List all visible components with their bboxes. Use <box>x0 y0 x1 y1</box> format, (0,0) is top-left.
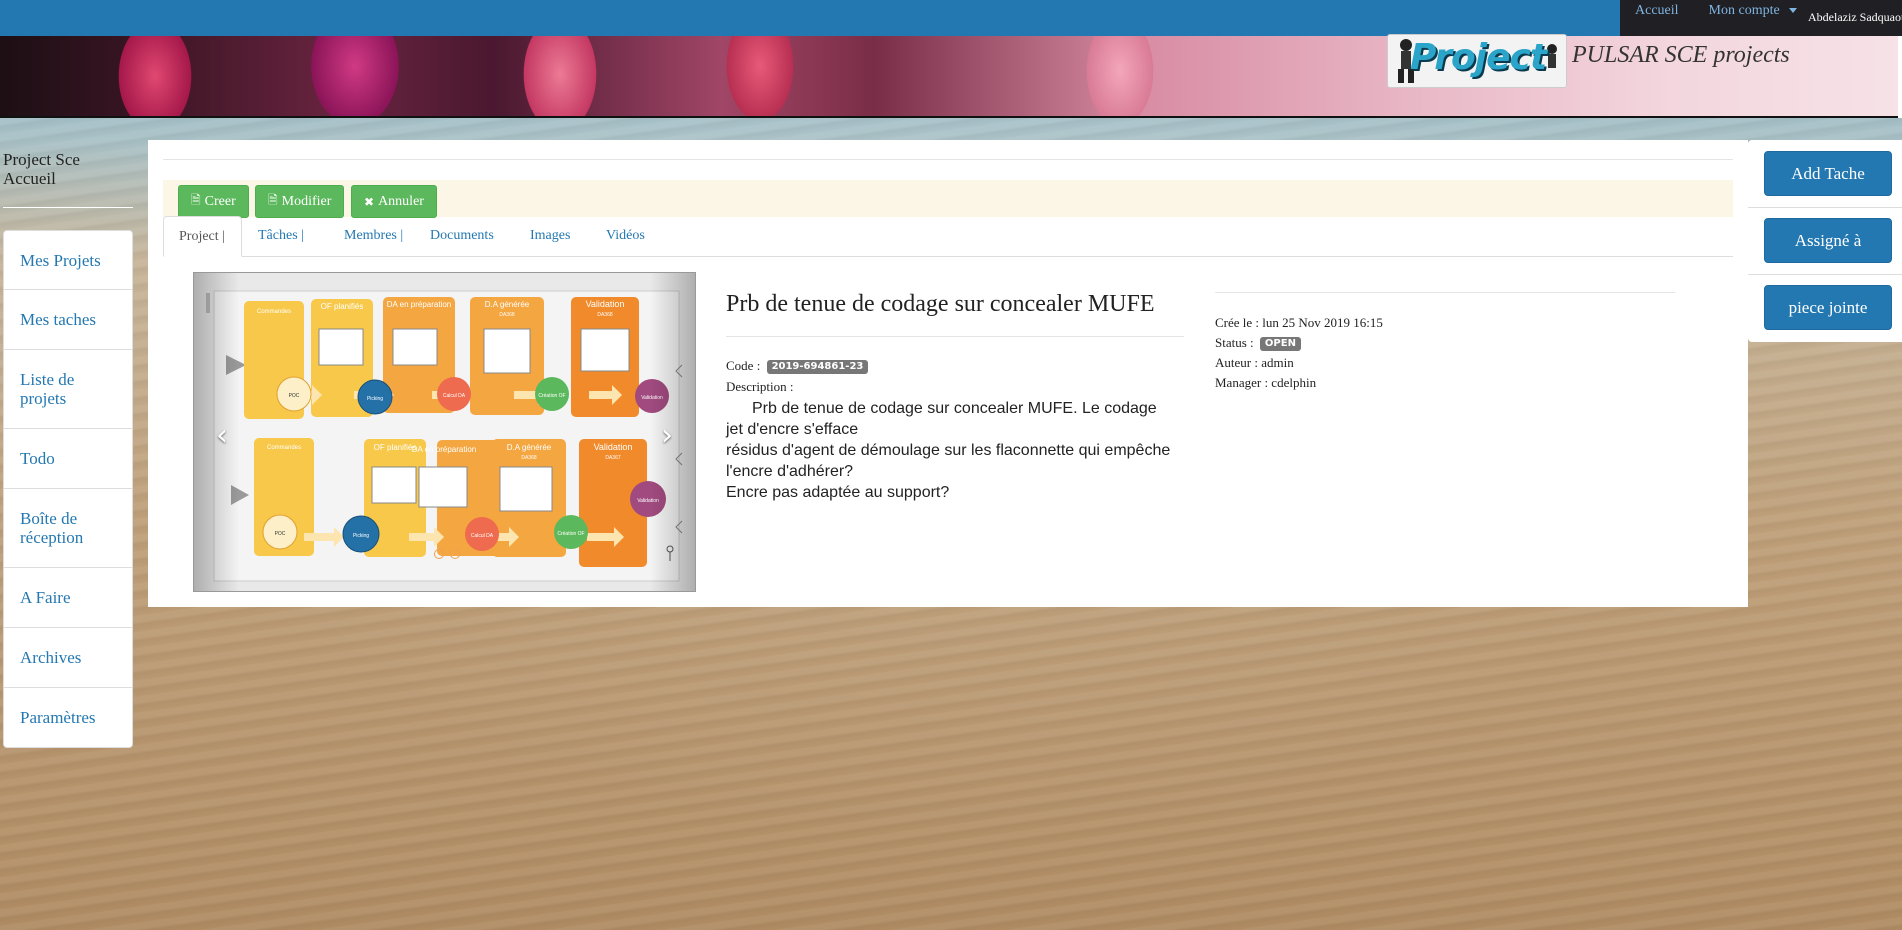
flow-circle-2: Calcul DA <box>443 393 466 399</box>
description-line-2: résidus d'agent de démoulage sur les fla… <box>726 442 1171 480</box>
process-flow-image: Commandes OF planifiés DA en préparation… <box>206 290 683 582</box>
sidebar-item-a-faire[interactable]: A Faire <box>4 568 132 628</box>
brand-title: PULSAR SCE projects <box>1572 42 1790 68</box>
flow-top-title-2: DA en préparation <box>387 300 452 309</box>
cancel-button[interactable]: ✖ Annuler <box>351 185 437 218</box>
sidebar-item-archives[interactable]: Archives <box>4 628 132 688</box>
top-navbar <box>0 0 1902 36</box>
carousel-indicator[interactable] <box>434 549 444 559</box>
flow-circle-0: POC <box>289 393 300 399</box>
project-tabs: Project | Tâches | Membres | Documents I… <box>163 216 1733 257</box>
created-date: Crée le : lun 25 Nov 2019 16:15 <box>1215 315 1383 330</box>
carousel-indicators <box>434 549 460 559</box>
project-code-row: Code : 2019-694861-23 <box>726 358 869 374</box>
author: Auteur : admin <box>1215 355 1294 370</box>
panel-divider <box>163 159 1733 160</box>
flow-bottom-title-4: Validation <box>594 442 633 452</box>
edit-button[interactable]: 🗎 Modifier <box>255 185 345 218</box>
actions-divider <box>1748 207 1902 208</box>
description-label: Description : <box>726 379 794 394</box>
flow-top-title-4: Validation <box>586 299 625 309</box>
flow-circle-b2: Calcul DA <box>471 533 494 539</box>
file-icon: 🗎 <box>268 193 278 207</box>
tab-membres[interactable]: Membres | <box>329 216 418 257</box>
flow-circle-b1: Picking <box>353 533 369 539</box>
add-task-button[interactable]: Add Tache <box>1764 151 1892 196</box>
status-row: Status : OPEN <box>1215 335 1301 351</box>
file-icon: 🗎 <box>191 193 201 207</box>
manager: Manager : cdelphin <box>1215 375 1317 390</box>
sidebar-title: Project Sce Accueil <box>3 150 131 188</box>
flow-bottom-sub-4: DA367 <box>605 455 621 461</box>
flow-bottom-sub-3: DA368 <box>521 455 537 461</box>
tab-videos[interactable]: Vidéos <box>591 216 660 257</box>
code-badge: 2019-694861-23 <box>766 360 869 374</box>
flow-top-title-0: Commandes <box>257 309 291 315</box>
top-nav: Accueil Mon compte Abdelaziz Sadquaoui <box>1620 0 1902 36</box>
status-label: Status : <box>1215 335 1254 350</box>
project-divider <box>726 336 1184 337</box>
nav-home-link[interactable]: Accueil <box>1620 0 1694 19</box>
flow-circle-b3: Création OF <box>557 531 584 537</box>
create-button-label: Creer <box>204 193 236 209</box>
assigned-to-button[interactable]: Assigné à <box>1764 218 1892 263</box>
flow-bottom-title-0: Commandes <box>267 445 301 451</box>
project-logo[interactable]: Project <box>1387 34 1567 88</box>
flow-top-title-3: D.A générée <box>485 300 530 309</box>
flow-bottom-title-3: D.A générée <box>507 443 552 452</box>
description-line-1: Prb de tenue de codage sur concealer MUF… <box>726 400 1157 438</box>
flow-top-sub-4: DA368 <box>597 312 613 318</box>
cancel-button-label: Annuler <box>378 193 424 209</box>
sidebar-item-boite-reception[interactable]: Boîte de réception <box>4 489 132 568</box>
logo-text: Project <box>1410 37 1547 78</box>
sidebar-title-line1: Project Sce <box>3 150 80 169</box>
flow-circle-b0: POC <box>275 531 286 537</box>
right-actions: Add Tache Assigné à piece jointe <box>1748 140 1902 342</box>
description-line-3: Encre pas adaptée au support? <box>726 484 950 501</box>
sidebar-title-line2: Accueil <box>3 169 56 188</box>
carousel-indicator[interactable] <box>450 549 460 559</box>
nav-account-dropdown[interactable]: Mon compte <box>1694 0 1813 19</box>
tab-project[interactable]: Project | <box>163 216 242 257</box>
project-description: Prb de tenue de codage sur concealer MUF… <box>726 398 1176 503</box>
user-name: Abdelaziz Sadquaoui <box>1808 10 1902 24</box>
flow-bottom-title-2: DA en préparation <box>412 445 477 454</box>
code-label: Code : <box>726 358 761 373</box>
flow-top-sub-3: DA368 <box>499 312 515 318</box>
flow-circle-1: Picking <box>367 396 383 402</box>
edit-button-label: Modifier <box>281 193 332 209</box>
action-toolbar: 🗎 Creer 🗎 Modifier ✖ Annuler <box>163 180 1733 218</box>
sidebar-item-mes-projets[interactable]: Mes Projets <box>4 231 132 290</box>
caret-down-icon <box>1789 8 1798 14</box>
tab-images[interactable]: Images <box>515 216 585 257</box>
project-panel: 🗎 Creer 🗎 Modifier ✖ Annuler Project | T… <box>148 140 1748 607</box>
project-title: Prb de tenue de codage sur concealer MUF… <box>726 291 1155 317</box>
tab-taches[interactable]: Tâches | <box>243 216 319 257</box>
tab-documents[interactable]: Documents <box>415 216 509 257</box>
sidebar-item-mes-taches[interactable]: Mes taches <box>4 290 132 350</box>
sidebar-menu: Mes Projets Mes taches Liste de projets … <box>3 230 133 748</box>
chevron-right-icon[interactable]: › <box>661 418 673 453</box>
flow-bottom-title-1: OF planifiés <box>374 443 417 452</box>
attachment-button[interactable]: piece jointe <box>1764 285 1892 330</box>
meta-divider <box>1215 292 1675 293</box>
close-icon: ✖ <box>364 194 375 209</box>
flow-circle-3: Création OF <box>538 393 565 399</box>
status-badge: OPEN <box>1259 337 1301 351</box>
sidebar-item-parametres[interactable]: Paramètres <box>4 688 132 747</box>
sidebar-item-todo[interactable]: Todo <box>4 429 132 489</box>
actions-divider <box>1748 274 1902 275</box>
chevron-left-icon[interactable]: ‹ <box>216 418 228 453</box>
flow-top-title-1: OF planifiés <box>321 302 364 311</box>
sidebar-item-liste-projets[interactable]: Liste de projets <box>4 350 132 429</box>
image-carousel[interactable]: Commandes OF planifiés DA en préparation… <box>193 272 696 592</box>
sidebar-divider <box>3 207 133 208</box>
nav-account-label: Mon compte <box>1708 3 1780 18</box>
banner-edge <box>1898 36 1902 118</box>
create-button[interactable]: 🗎 Creer <box>178 185 249 218</box>
